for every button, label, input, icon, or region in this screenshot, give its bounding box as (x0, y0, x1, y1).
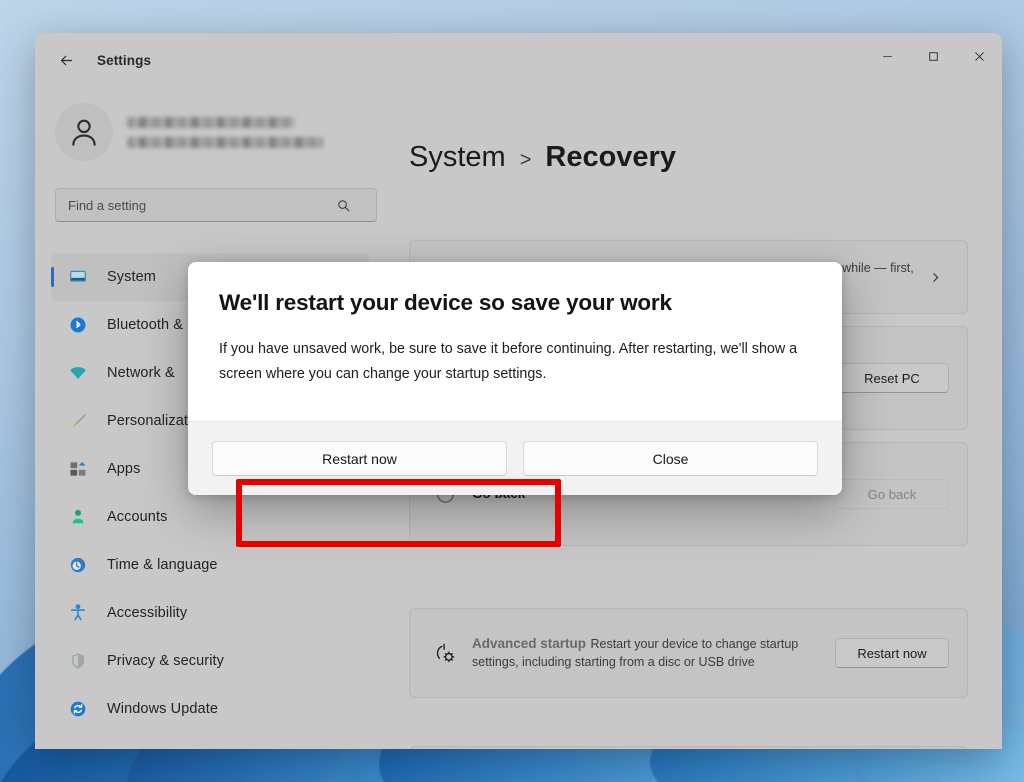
dialog-message: If you have unsaved work, be sure to sav… (219, 337, 811, 387)
settings-window: Settings (35, 33, 1002, 749)
desktop-background: Settings (0, 0, 1024, 782)
dialog-body: We'll restart your device so save your w… (188, 262, 842, 421)
close-button[interactable]: Close (523, 441, 818, 476)
restart-dialog: We'll restart your device so save your w… (188, 262, 842, 495)
dialog-title: We'll restart your device so save your w… (219, 290, 811, 316)
dialog-footer: Restart now Close (188, 421, 842, 495)
restart-now-button[interactable]: Restart now (212, 441, 507, 476)
